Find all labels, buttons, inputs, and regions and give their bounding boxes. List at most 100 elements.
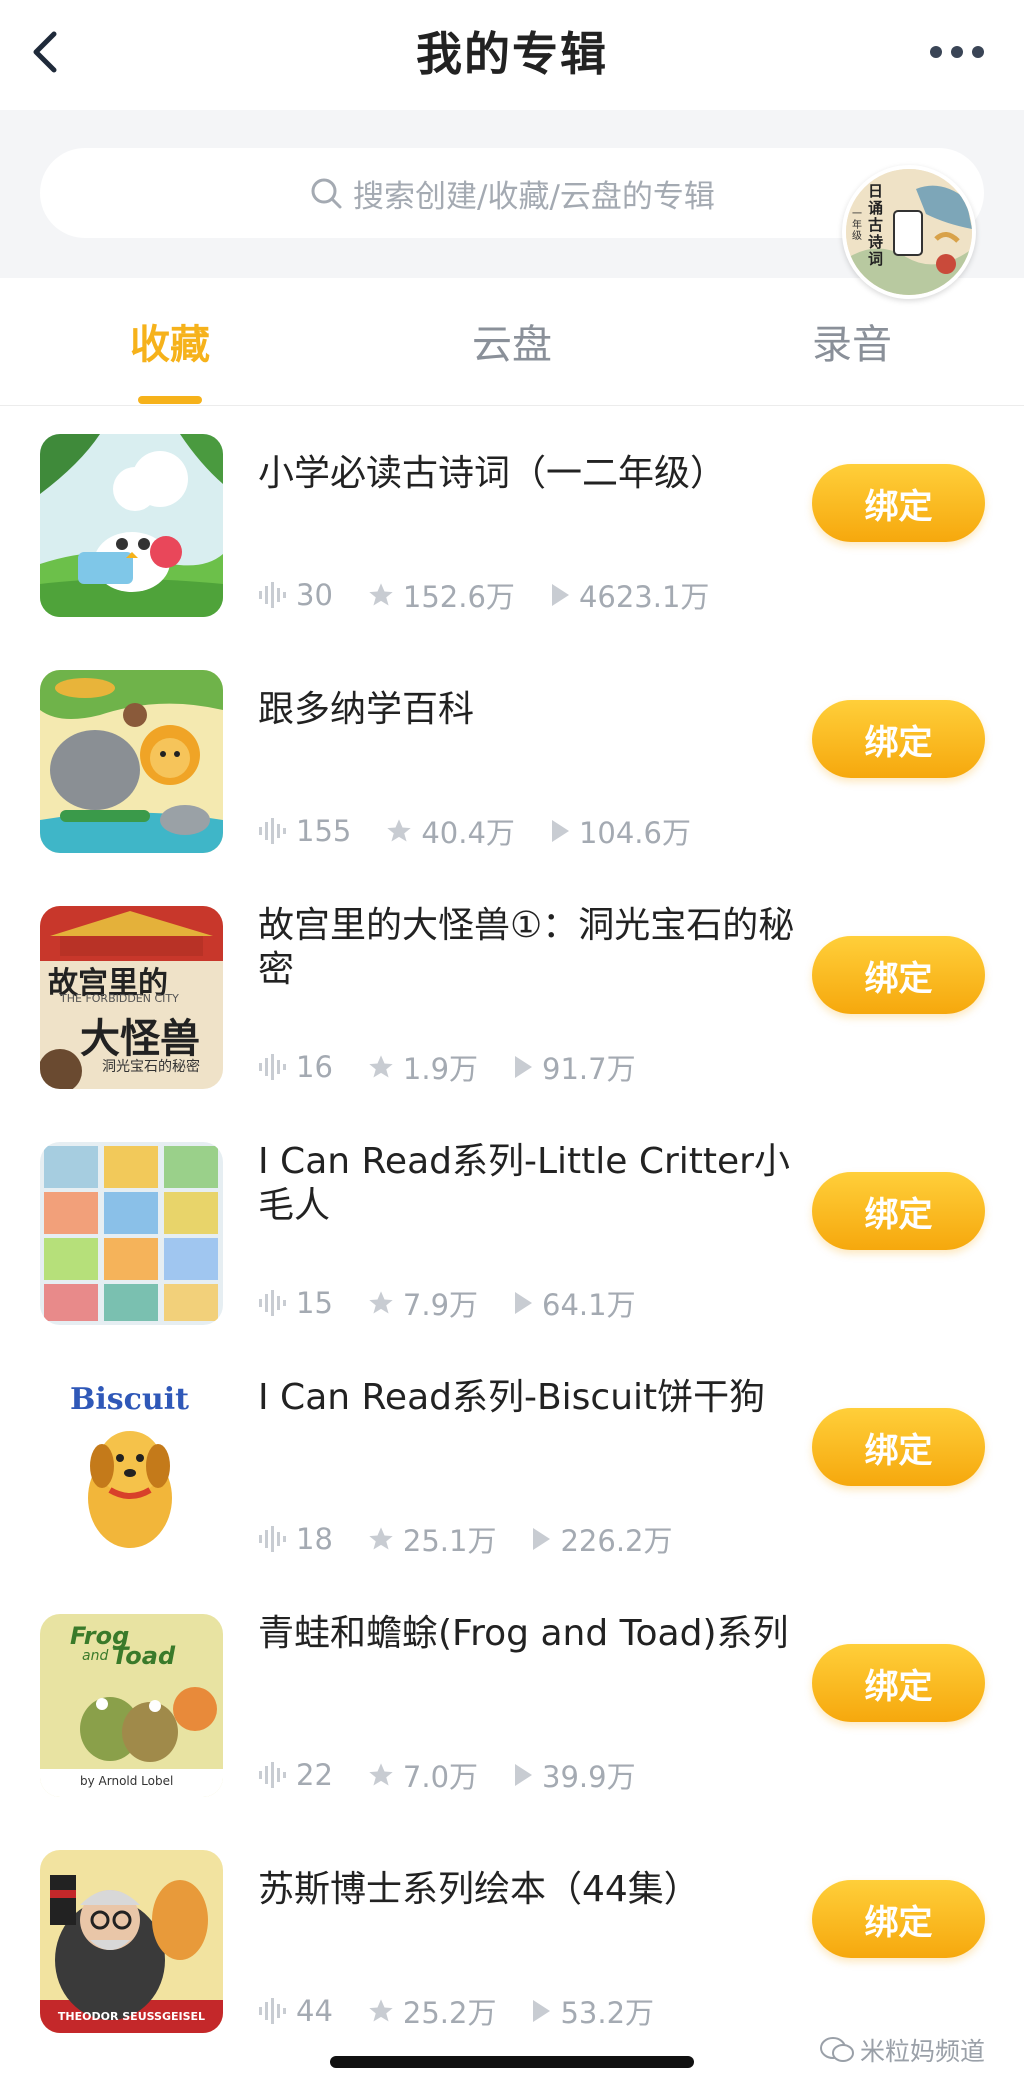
list-item[interactable]: 跟多纳学百科 155 40.4万 104.6万 绑定 bbox=[0, 642, 1024, 878]
star-icon bbox=[387, 819, 412, 842]
play-icon bbox=[551, 584, 569, 606]
album-cover: THEODOR SEUSSGEISEL bbox=[40, 1850, 223, 2033]
play-icon bbox=[533, 2000, 551, 2022]
cover-tagline: 洞光宝石的秘密 bbox=[102, 1059, 200, 1075]
play-count: 226.2万 bbox=[560, 1524, 673, 1558]
cover-title-b: and bbox=[82, 1648, 109, 1664]
star-icon bbox=[369, 1763, 393, 1786]
album-title: I Can Read系列-Biscuit饼干狗 bbox=[258, 1377, 766, 1418]
favorite-count: 25.1万 bbox=[402, 1524, 497, 1558]
audio-wave-icon bbox=[259, 818, 286, 844]
list-item[interactable]: 小学必读古诗词（一二年级） 30 152.6万 4623.1万 绑定 bbox=[0, 406, 1024, 642]
favorite-count: 25.2万 bbox=[402, 1996, 497, 2030]
audio-wave-icon bbox=[259, 582, 286, 608]
album-stats: 22 7.0万 39.9万 bbox=[258, 1754, 670, 1796]
album-cover bbox=[40, 1142, 223, 1325]
album-stats: 155 40.4万 104.6万 bbox=[258, 810, 725, 852]
search-placeholder: 搜索创建/收藏/云盘的专辑 bbox=[353, 178, 715, 215]
track-count: 15 bbox=[296, 1286, 333, 1320]
album-cover: 故宫里的 THE FORBIDDEN CITY 大怪兽 洞光宝石的秘密 bbox=[40, 906, 223, 1089]
album-cover bbox=[40, 434, 223, 617]
album-title: 苏斯博士系列绘本（44集） bbox=[258, 1869, 700, 1910]
play-icon bbox=[551, 820, 569, 842]
app-screen: 我的专辑 搜索创建/收藏/云盘的专辑 收藏 云盘 录音 日诵古诗词 一年级 小学… bbox=[0, 0, 1024, 2093]
album-title: 故宫里的大怪兽①：洞光宝石的秘密 bbox=[258, 905, 795, 990]
bind-button[interactable]: 绑定 bbox=[812, 1880, 985, 1958]
cover-author: THEODOR SEUSSGEISEL bbox=[57, 2010, 206, 2023]
favorite-count: 152.6万 bbox=[402, 580, 515, 614]
play-count: 91.7万 bbox=[542, 1052, 636, 1086]
list-item[interactable]: I Can Read系列-Little Critter小毛人 15 7.9万 6… bbox=[0, 1114, 1024, 1350]
play-icon bbox=[515, 1292, 533, 1314]
cover-author: by Arnold Lobel bbox=[80, 1774, 174, 1788]
list-item[interactable]: Frog and Toad by Arnold Lobel 青蛙和蟾蜍(Frog… bbox=[0, 1586, 1024, 1822]
list-item[interactable]: 故宫里的 THE FORBIDDEN CITY 大怪兽 洞光宝石的秘密 故宫里的… bbox=[0, 878, 1024, 1114]
album-cover: Frog and Toad by Arnold Lobel bbox=[40, 1614, 223, 1797]
bind-button[interactable]: 绑定 bbox=[812, 700, 985, 778]
audio-wave-icon bbox=[259, 1762, 286, 1788]
home-indicator[interactable] bbox=[330, 2056, 694, 2068]
star-icon bbox=[369, 1055, 393, 1078]
star-icon bbox=[369, 583, 393, 606]
tab-bar: 收藏 云盘 录音 bbox=[0, 278, 1024, 406]
audio-wave-icon bbox=[259, 1998, 286, 2024]
floating-player-thumbnail[interactable]: 日诵古诗词 一年级 bbox=[842, 165, 976, 299]
play-count: 64.1万 bbox=[542, 1288, 636, 1322]
track-count: 155 bbox=[296, 814, 352, 848]
play-count: 104.6万 bbox=[578, 816, 691, 850]
play-count: 53.2万 bbox=[560, 1996, 655, 2030]
tab-favorites[interactable]: 收藏 bbox=[70, 312, 270, 370]
bind-button[interactable]: 绑定 bbox=[812, 1644, 985, 1722]
track-count: 44 bbox=[296, 1994, 333, 2028]
floating-cover-title: 日诵古诗词 bbox=[868, 182, 884, 268]
audio-wave-icon bbox=[259, 1290, 286, 1316]
album-cover: Biscuit bbox=[40, 1378, 223, 1561]
bind-button[interactable]: 绑定 bbox=[812, 464, 985, 542]
album-list: 小学必读古诗词（一二年级） 30 152.6万 4623.1万 绑定 跟多纳学百… bbox=[0, 406, 1024, 2058]
album-stats: 16 1.9万 91.7万 bbox=[258, 1046, 670, 1088]
album-stats: 15 7.9万 64.1万 bbox=[258, 1282, 670, 1324]
album-stats: 30 152.6万 4623.1万 bbox=[258, 574, 743, 616]
favorite-count: 1.9万 bbox=[402, 1052, 479, 1086]
wechat-icon bbox=[820, 2037, 854, 2062]
list-item[interactable]: Biscuit I Can Read系列-Biscuit饼干狗 18 25.1万… bbox=[0, 1350, 1024, 1586]
track-count: 22 bbox=[296, 1758, 333, 1792]
tab-recordings[interactable]: 录音 bbox=[752, 312, 952, 370]
watermark: 米粒妈频道 bbox=[820, 2032, 985, 2068]
active-tab-indicator bbox=[138, 396, 202, 404]
floating-cover-art bbox=[846, 169, 972, 295]
more-dots-icon bbox=[930, 46, 942, 58]
list-item[interactable]: THEODOR SEUSSGEISEL 苏斯博士系列绘本（44集） 44 25.… bbox=[0, 1822, 1024, 2058]
page-title: 我的专辑 bbox=[416, 27, 608, 81]
track-count: 30 bbox=[296, 578, 333, 612]
favorite-count: 40.4万 bbox=[421, 816, 515, 850]
cover-subtitle: THE FORBIDDEN CITY bbox=[60, 992, 179, 1005]
watermark-text: 米粒妈频道 bbox=[860, 2037, 986, 2066]
star-icon bbox=[369, 1999, 393, 2022]
play-count: 39.9万 bbox=[542, 1760, 636, 1794]
tab-cloud[interactable]: 云盘 bbox=[412, 312, 612, 370]
nav-header: 我的专辑 bbox=[0, 0, 1024, 110]
star-icon bbox=[369, 1527, 393, 1550]
play-icon bbox=[515, 1764, 533, 1786]
play-count: 4623.1万 bbox=[578, 580, 710, 614]
favorite-count: 7.9万 bbox=[402, 1288, 479, 1322]
album-title: 小学必读古诗词（一二年级） bbox=[258, 453, 727, 494]
cover-title-c: Toad bbox=[112, 1642, 176, 1670]
bind-button[interactable]: 绑定 bbox=[812, 936, 985, 1014]
more-button[interactable] bbox=[884, 32, 984, 72]
album-stats: 18 25.1万 226.2万 bbox=[258, 1518, 707, 1560]
album-cover bbox=[40, 670, 223, 853]
floating-cover-grade: 一年级 bbox=[852, 209, 862, 242]
album-title: 跟多纳学百科 bbox=[258, 689, 475, 730]
bind-button[interactable]: 绑定 bbox=[812, 1408, 985, 1486]
track-count: 18 bbox=[296, 1522, 333, 1556]
bind-button[interactable]: 绑定 bbox=[812, 1172, 985, 1250]
cover-title: Biscuit bbox=[70, 1382, 189, 1417]
favorite-count: 7.0万 bbox=[402, 1760, 479, 1794]
album-title: I Can Read系列-Little Critter小毛人 bbox=[258, 1141, 790, 1226]
audio-wave-icon bbox=[259, 1054, 286, 1080]
more-dots-icon bbox=[951, 46, 963, 58]
more-dots-icon bbox=[972, 46, 984, 58]
album-stats: 44 25.2万 53.2万 bbox=[258, 1990, 688, 2032]
